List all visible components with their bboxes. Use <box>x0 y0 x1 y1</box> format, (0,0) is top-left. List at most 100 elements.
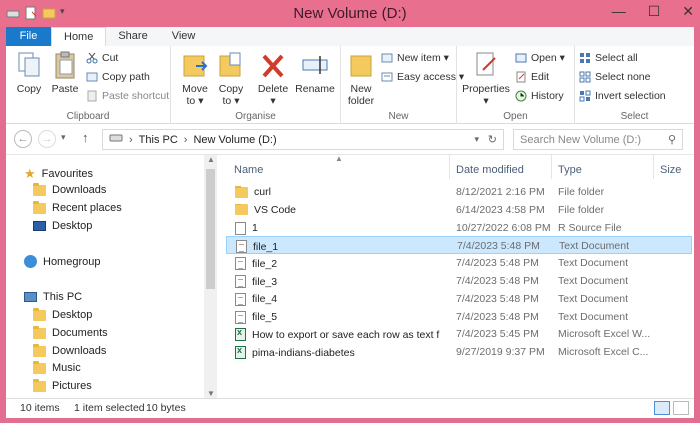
file-row[interactable]: file_4 7/4/2023 5:48 PM Text Document <box>226 290 692 308</box>
new-folder-button[interactable]: New folder <box>345 50 377 107</box>
up-arrow-icon[interactable]: ↑ <box>82 130 89 145</box>
file-name: How to export or save each row as text f… <box>252 328 440 341</box>
column-divider[interactable] <box>551 155 552 179</box>
history-icon <box>515 90 527 102</box>
organise-group-label: Organise <box>235 111 276 122</box>
nav-pc-documents[interactable]: Documents <box>33 325 108 339</box>
tab-home[interactable]: Home <box>51 27 107 46</box>
file-name-cell: How to export or save each row as text f… <box>235 328 440 342</box>
file-row[interactable]: curl 8/12/2021 2:16 PM File folder <box>226 183 692 201</box>
nav-scrollbar[interactable]: ▲ ▼ <box>204 155 217 398</box>
breadcrumb-current[interactable]: New Volume (D:) <box>193 134 276 146</box>
easy-access-button[interactable]: Easy access ▾ <box>381 71 464 83</box>
back-button[interactable]: ← <box>14 130 32 148</box>
file-type: Text Document <box>558 275 629 287</box>
search-input[interactable]: Search New Volume (D:) ⚲ <box>513 129 683 150</box>
cut-button[interactable]: Cut <box>86 52 118 64</box>
breadcrumb-this-pc[interactable]: This PC <box>139 134 178 146</box>
open-button[interactable]: Open ▾ <box>515 52 565 64</box>
edit-button[interactable]: Edit <box>515 71 549 83</box>
column-header-type[interactable]: Type <box>558 158 582 182</box>
delete-button[interactable]: Delete ▾ <box>257 50 289 107</box>
address-bar[interactable]: › This PC › New Volume (D:) ▾ ↻ <box>102 129 504 150</box>
new-item-button[interactable]: New item ▾ <box>381 52 449 64</box>
file-row[interactable]: file_3 7/4/2023 5:48 PM Text Document <box>226 272 692 290</box>
move-to-button[interactable]: Move to ▾ <box>179 50 211 107</box>
refresh-icon[interactable]: ↻ <box>488 133 497 146</box>
address-dropdown-icon[interactable]: ▾ <box>474 134 479 145</box>
paste-shortcut-icon <box>86 90 98 102</box>
clipboard-group: Copy Paste Cut Copy path Paste shortcut … <box>6 46 171 124</box>
column-header-name[interactable]: Name <box>234 158 263 182</box>
column-divider[interactable] <box>449 155 450 179</box>
tab-view[interactable]: View <box>160 27 208 46</box>
forward-button[interactable]: → <box>38 130 56 148</box>
select-none-icon <box>579 71 591 83</box>
select-all-icon <box>579 52 591 64</box>
history-button[interactable]: History <box>515 90 564 102</box>
column-header-date[interactable]: Date modified <box>456 158 524 182</box>
file-name: file_5 <box>252 311 278 324</box>
minimize-button[interactable]: — <box>612 3 626 20</box>
file-name: file_1 <box>253 240 279 253</box>
rename-button[interactable]: Rename <box>295 50 335 95</box>
nav-pc-pictures[interactable]: Pictures <box>33 378 92 392</box>
rename-icon <box>302 50 328 80</box>
scroll-up-icon[interactable]: ▲ <box>207 155 215 164</box>
file-date: 9/27/2019 9:37 PM <box>456 346 545 359</box>
drive-icon <box>109 133 123 146</box>
nav-homegroup[interactable]: Homegroup <box>24 255 100 268</box>
large-icons-view-icon[interactable] <box>673 401 689 415</box>
computer-icon <box>24 292 37 302</box>
tab-share[interactable]: Share <box>106 27 159 46</box>
file-row[interactable]: file_2 7/4/2023 5:48 PM Text Document <box>226 254 692 272</box>
file-name-cell: file_2 <box>235 257 440 271</box>
new-folder-icon <box>348 50 374 80</box>
scroll-thumb[interactable] <box>206 169 215 289</box>
open-group-label: Open <box>503 111 528 122</box>
select-none-button[interactable]: Select none <box>579 71 650 83</box>
ribbon-tabs: File Home Share View <box>6 27 694 46</box>
paste-button[interactable]: Paste <box>48 50 82 95</box>
file-row[interactable]: How to export or save each row as text f… <box>226 325 692 343</box>
file-name-cell: 1 <box>235 221 440 235</box>
scroll-down-icon[interactable]: ▼ <box>207 389 215 398</box>
organise-group: Move to ▾ Copy to ▾ Delete ▾ Rename Organis… <box>171 46 341 124</box>
column-divider[interactable] <box>653 155 654 179</box>
nav-pc-desktop[interactable]: Desktop <box>33 307 92 321</box>
tab-file[interactable]: File <box>6 27 51 46</box>
file-row[interactable]: file_5 7/4/2023 5:48 PM Text Document <box>226 308 692 326</box>
nav-pc-music[interactable]: Music <box>33 360 81 374</box>
nav-fav-recent-places[interactable]: Recent places <box>33 200 122 214</box>
file-row[interactable]: VS Code 6/14/2023 4:58 PM File folder <box>226 201 692 219</box>
status-bar: 10 items 1 item selected 10 bytes <box>6 398 694 418</box>
nav-favourites[interactable]: ★ Favourites <box>24 166 93 182</box>
copy-path-button[interactable]: Copy path <box>86 71 150 83</box>
file-name: file_4 <box>252 293 278 306</box>
text-file-icon <box>235 310 246 324</box>
file-row[interactable]: 1 10/27/2022 6:08 PM R Source File <box>226 219 692 237</box>
nav-fav-downloads[interactable]: Downloads <box>33 182 106 196</box>
file-type: File folder <box>558 203 605 216</box>
file-name-cell: file_1 <box>236 240 441 254</box>
nav-fav-desktop[interactable]: Desktop <box>33 220 92 232</box>
paste-shortcut-button[interactable]: Paste shortcut <box>86 90 169 102</box>
file-name: file_2 <box>252 257 278 270</box>
file-row[interactable]: pima-indians-diabetes 9/27/2019 9:37 PM Mi… <box>226 343 692 361</box>
select-all-button[interactable]: Select all <box>579 52 638 64</box>
file-date: 7/4/2023 5:48 PM <box>456 275 539 287</box>
copy-to-button[interactable]: Copy to ▾ <box>215 50 247 107</box>
invert-selection-button[interactable]: Invert selection <box>579 90 666 102</box>
folder-icon <box>33 307 46 321</box>
nav-pc-downloads[interactable]: Downloads <box>33 343 106 357</box>
close-button[interactable]: ✕ <box>682 3 694 20</box>
nav-this-pc[interactable]: This PC <box>24 291 82 303</box>
details-view-icon[interactable] <box>654 401 670 415</box>
column-header-size[interactable]: Size <box>660 158 681 182</box>
file-row[interactable]: file_1 7/4/2023 5:48 PM Text Document <box>226 236 692 255</box>
maximize-button[interactable]: ☐ <box>648 3 661 20</box>
file-name-cell: file_3 <box>235 275 440 288</box>
recent-locations-icon[interactable]: ▾ <box>61 132 66 143</box>
copy-button[interactable]: Copy <box>12 50 46 95</box>
properties-button[interactable]: Properties ▾ <box>461 50 511 107</box>
